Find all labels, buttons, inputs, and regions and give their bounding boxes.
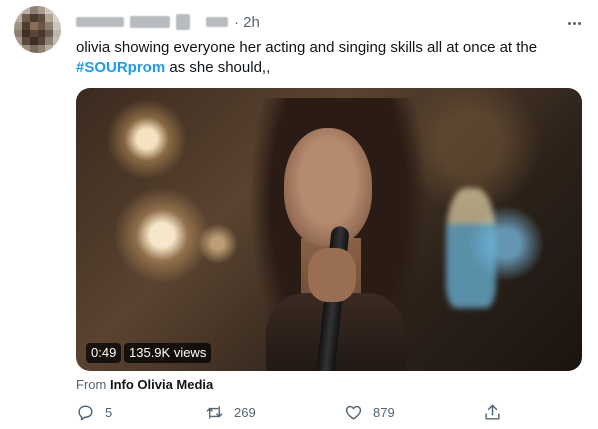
tweet-text: olivia showing everyone her acting and s… (76, 38, 581, 78)
hashtag-link[interactable]: #SOURprom (76, 59, 165, 76)
like-count: 879 (373, 405, 395, 420)
handle-redacted[interactable] (130, 16, 170, 28)
reply-count: 5 (105, 405, 113, 420)
display-name-redacted[interactable] (76, 17, 124, 27)
video-source: From Info Olivia Media (76, 377, 213, 392)
more-icon[interactable] (565, 14, 583, 32)
video-views-badge: 135.9K views (124, 343, 212, 363)
tweet-actions: 5 269 879 (0, 403, 598, 425)
tweet-header: · 2h (76, 12, 260, 32)
like-icon (345, 405, 362, 420)
handle-redacted-2 (176, 14, 190, 30)
share-button[interactable] (483, 403, 502, 422)
retweet-count: 269 (234, 405, 256, 420)
tweet-text-after: as she should,, (165, 59, 271, 76)
source-name-link[interactable]: Info Olivia Media (110, 377, 213, 392)
video-figure-face (284, 128, 372, 246)
reply-icon (78, 405, 93, 421)
retweet-icon (206, 406, 223, 419)
handle-redacted-3 (206, 17, 228, 27)
video-figure-hand (308, 248, 356, 302)
tweet-timestamp[interactable]: · 2h (234, 14, 260, 31)
tweet-text-before: olivia showing everyone her acting and s… (76, 39, 538, 56)
source-prefix: From (76, 377, 110, 392)
like-button[interactable]: 879 (344, 403, 395, 422)
share-icon (485, 404, 500, 420)
video-player[interactable]: 0:49 135.9K views (76, 88, 582, 371)
retweet-button[interactable]: 269 (205, 403, 256, 422)
reply-button[interactable]: 5 (76, 403, 112, 422)
video-duration-badge: 0:49 (86, 343, 122, 363)
video-background-person (446, 188, 496, 308)
avatar[interactable] (14, 6, 61, 53)
